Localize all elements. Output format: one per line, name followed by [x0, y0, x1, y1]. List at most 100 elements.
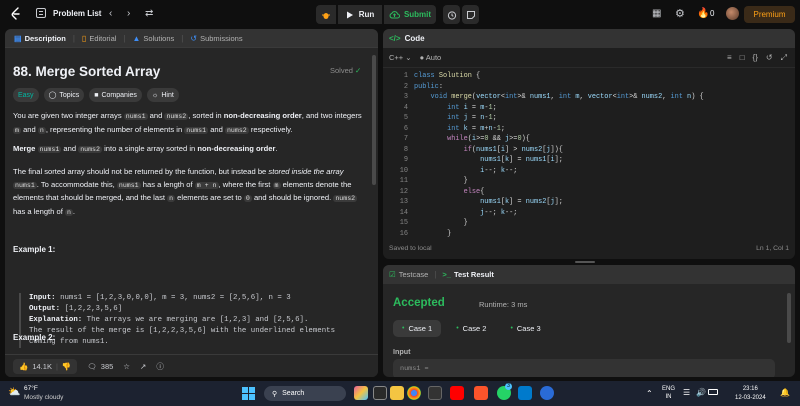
- volume-icon[interactable]: 🔊: [696, 388, 706, 397]
- topics-chip[interactable]: ◯ Topics: [43, 88, 85, 102]
- code-line: 9 nums1[k] = nums1[i];: [403, 156, 563, 164]
- layout-grid-icon[interactable]: ▦: [652, 8, 661, 19]
- taskbar-search[interactable]: ⚲ Search: [264, 386, 346, 401]
- pass-dot-icon: •: [402, 325, 405, 332]
- youtube-icon[interactable]: [450, 386, 464, 400]
- language-select[interactable]: C++ ⌄: [389, 53, 412, 62]
- chevron-up-icon[interactable]: ⌃: [646, 389, 653, 398]
- pass-dot-icon: •: [510, 325, 513, 332]
- avatar[interactable]: [726, 7, 739, 20]
- file-explorer-icon[interactable]: [390, 386, 404, 400]
- whatsapp-icon[interactable]: 3: [497, 383, 512, 400]
- case-tab-1[interactable]: • Case 1: [393, 320, 442, 337]
- case-tab-3[interactable]: • Case 3: [501, 320, 549, 337]
- chrome-icon[interactable]: [407, 386, 421, 400]
- expand-icon[interactable]: ⤢: [781, 53, 787, 63]
- document-icon: ▤: [14, 33, 22, 43]
- submit-label: Submit: [403, 10, 432, 19]
- submit-button[interactable]: Submit: [384, 5, 436, 24]
- keyboard-region: IN: [665, 394, 672, 400]
- star-icon[interactable]: ☆: [123, 362, 130, 371]
- ex1-explanation-2: The result of the merge is [1,2,2,3,5,6]…: [29, 327, 336, 335]
- wifi-icon[interactable]: ☰: [683, 388, 690, 397]
- weather-temperature[interactable]: 67°F: [24, 385, 38, 392]
- like-button[interactable]: 👍 14.1K | 👎: [13, 358, 78, 374]
- book-icon: ▯: [81, 33, 87, 43]
- streak-count: 0: [710, 9, 715, 18]
- problem-list-icon[interactable]: [36, 8, 46, 18]
- edge-icon[interactable]: [540, 386, 554, 400]
- thumbs-down-icon[interactable]: 👎: [62, 362, 71, 371]
- companies-chip[interactable]: ■ Companies: [89, 88, 142, 102]
- next-problem-icon[interactable]: ›: [127, 8, 130, 19]
- weather-cloud-icon[interactable]: ⛅: [8, 387, 20, 398]
- timer-button[interactable]: [443, 5, 460, 24]
- problem-list-link[interactable]: Problem List: [53, 9, 101, 18]
- tab-testcase[interactable]: ☑ Testcase: [389, 270, 428, 279]
- chevron-down-icon: ⌄: [405, 53, 412, 62]
- notification-badge: 3: [505, 383, 512, 390]
- run-label: Run: [358, 10, 375, 19]
- input-value-box: nums1 =: [393, 359, 775, 377]
- cloud-upload-icon: [389, 11, 400, 19]
- description-scrollbar[interactable]: [372, 55, 376, 185]
- comments-button[interactable]: 🗨 385: [87, 362, 113, 371]
- note-icon: [466, 10, 475, 19]
- description-paragraph-2: Merge nums1 and nums2 into a single arra…: [13, 144, 278, 153]
- notification-bell-icon[interactable]: 🔔: [780, 388, 790, 397]
- language-indicator[interactable]: ENG IN: [662, 385, 675, 401]
- clock-time: 23:16: [742, 386, 758, 392]
- tab-editorial[interactable]: ▯ Editorial: [79, 34, 120, 43]
- shuffle-icon[interactable]: ⇄: [145, 8, 153, 19]
- brave-icon[interactable]: [474, 386, 488, 400]
- code-brackets-icon: </>: [389, 34, 401, 43]
- help-icon[interactable]: ⓘ: [156, 361, 164, 372]
- task-view-icon[interactable]: [373, 386, 387, 400]
- autocomplete-toggle[interactable]: ● Auto: [420, 53, 442, 62]
- tab-description-label: Description: [24, 33, 66, 43]
- search-icon: ⚲: [272, 390, 278, 398]
- weather-description[interactable]: Mostly cloudy: [24, 394, 63, 401]
- code-area[interactable]: 1 class Solution { 2 public: 3 void merge(…: [383, 71, 795, 239]
- panel-resize-handle[interactable]: [575, 261, 595, 263]
- tab-solutions[interactable]: ▲ Solutions: [130, 34, 178, 43]
- example-1-block: Input: nums1 = [1,2,3,0,0,0], m = 3, num…: [19, 293, 369, 348]
- tab-testcase-label: Testcase: [398, 270, 429, 279]
- prev-problem-icon[interactable]: ‹: [109, 8, 112, 19]
- notes-button[interactable]: [462, 5, 479, 24]
- case-tab-2[interactable]: • Case 2: [447, 320, 495, 337]
- left-footer-bar: 👍 14.1K | 👎 🗨 385 ☆ ↗ ⓘ: [5, 354, 378, 377]
- code-line: 11 }: [399, 177, 468, 185]
- share-icon[interactable]: ↗: [140, 362, 146, 371]
- format-icon[interactable]: ≡: [727, 53, 732, 63]
- terminal-icon: >_: [442, 270, 451, 279]
- solved-status: Solved ✓: [330, 66, 361, 75]
- result-scrollbar[interactable]: [787, 293, 791, 343]
- case-3-label: Case 3: [516, 324, 541, 333]
- app-icon[interactable]: [428, 386, 442, 400]
- like-count: 14.1K: [32, 361, 52, 371]
- streak-fire-icon[interactable]: 🔥: [697, 8, 709, 19]
- bookmark-icon[interactable]: □: [740, 53, 745, 63]
- reset-icon[interactable]: ↺: [766, 53, 773, 63]
- battery-icon[interactable]: [708, 389, 718, 395]
- tab-description[interactable]: ▤ Description: [11, 34, 69, 43]
- run-button[interactable]: Run: [338, 5, 382, 24]
- premium-button[interactable]: Premium: [744, 6, 795, 23]
- vscode-icon[interactable]: [518, 386, 532, 400]
- braces-icon[interactable]: {}: [753, 53, 758, 63]
- tab-submissions[interactable]: ↺ Submissions: [187, 34, 245, 43]
- play-icon: [346, 11, 353, 18]
- copilot-app-icon[interactable]: [354, 386, 368, 400]
- tab-test-result[interactable]: >_ Test Result: [442, 270, 493, 279]
- result-status: Accepted: [393, 297, 445, 309]
- system-clock[interactable]: 23:16 12-03-2024: [735, 385, 766, 402]
- ex1-explanation-3: coming from nums1.: [29, 338, 109, 346]
- debug-button[interactable]: [316, 5, 336, 24]
- leetcode-logo[interactable]: [10, 7, 22, 21]
- editor-status-bar: Saved to local Ln 1, Col 1: [383, 245, 795, 259]
- hint-chip[interactable]: ☼ Hint: [146, 88, 179, 102]
- ex1-explanation-label: Explanation:: [29, 316, 83, 324]
- gear-icon[interactable]: ⚙: [675, 7, 685, 20]
- windows-start-icon[interactable]: [242, 387, 255, 400]
